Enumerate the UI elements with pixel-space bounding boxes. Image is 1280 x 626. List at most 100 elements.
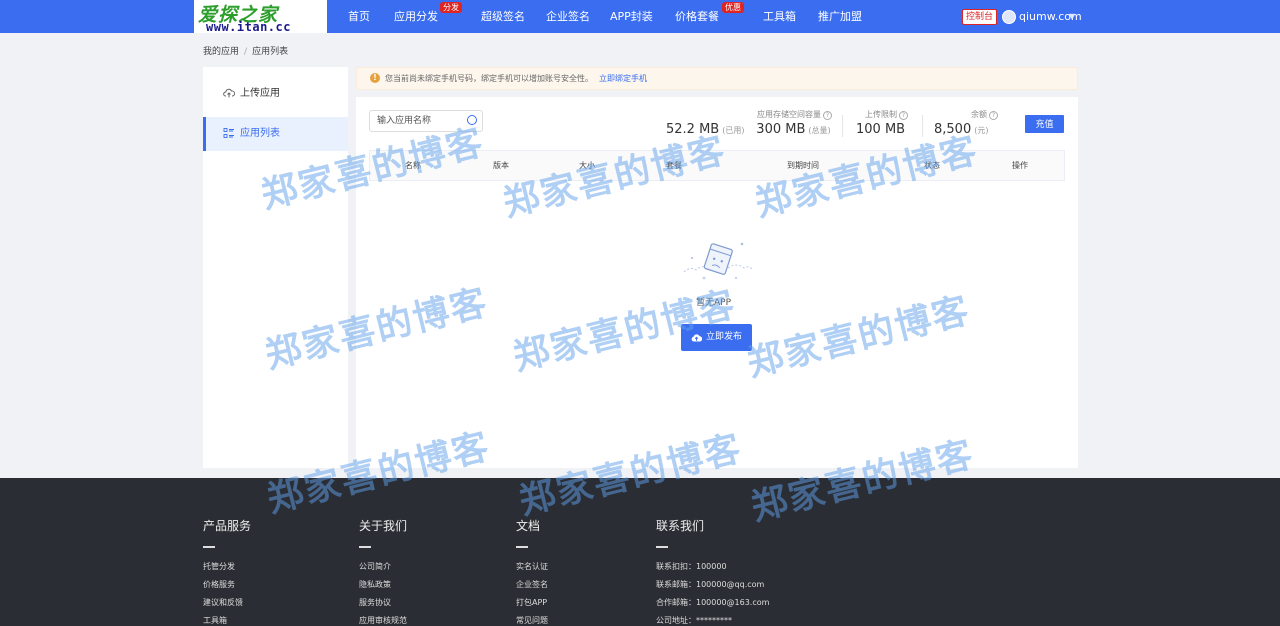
footer-link[interactable]: 实名认证 [516,558,548,576]
breadcrumb-separator: / [244,47,248,57]
footer-column-title: 关于我们 [359,519,408,533]
sidebar: 上传应用 应用列表 [203,67,348,468]
column-header-status[interactable]: 状态 [924,151,940,180]
chevron-down-icon[interactable]: ▼ [1069,0,1075,34]
footer-link[interactable]: 服务协议 [359,594,407,612]
footer-column-docs: 文档 实名认证 企业签名 打包APP 常见问题 [516,518,548,626]
footer-link[interactable]: 价格服务 [203,576,251,594]
footer-link[interactable]: 托管分发 [203,558,251,576]
column-header-actions[interactable]: 操作 [1012,151,1028,180]
help-icon[interactable]: ? [899,111,908,120]
search-icon[interactable] [467,115,477,125]
balance-label-text: 余额 [971,110,987,119]
help-icon[interactable]: ? [823,111,832,120]
column-header-plan[interactable]: 套餐 [666,151,682,180]
upload-limit-stat: 上传限制? 100 MB [856,109,908,139]
search-input[interactable] [370,111,466,131]
nav-item-pricing[interactable]: 价格套餐 [675,0,719,33]
storage-used-value: 52.2 MB [666,122,720,137]
footer-title-underline [516,546,528,548]
footer-column-about: 关于我们 公司简介 隐私政策 服务协议 应用审核规范 [359,518,407,626]
breadcrumb-item[interactable]: 我的应用 [203,47,239,57]
search-box[interactable] [369,110,483,132]
nav-label: 超级签名 [481,10,525,23]
storage-label-text: 应用存储空间容量 [757,110,821,119]
divider [842,115,843,137]
footer-title-underline [359,546,371,548]
upload-limit-label-text: 上传限制 [865,110,897,119]
sidebar-item-upload-app[interactable]: 上传应用 [203,77,348,111]
balance-label: 余额? [934,109,998,121]
avatar[interactable] [1002,10,1016,24]
nav-item-affiliate[interactable]: 推广加盟 [818,0,862,33]
footer-link[interactable]: 建议和反馈 [203,594,251,612]
bind-phone-notice: ! 您当前尚未绑定手机号码，绑定手机可以增加账号安全性。 立即绑定手机 [356,67,1078,90]
nav-item-super-sign[interactable]: 超级签名 [481,0,525,33]
list-icon [223,128,234,138]
nav-badge-pricing: 优惠 [722,2,744,13]
footer-contact-qq: 联系扣扣：100000 [656,562,727,571]
app-table-header: 名称 版本 大小 套餐 到期时间 状态 操作 [369,150,1065,181]
nav-label: 价格套餐 [675,10,719,23]
footer-column-contact: 联系我们 联系扣扣：100000 联系邮箱：100000@qq.com 合作邮箱… [656,518,769,626]
storage-total-value: 300 MB [756,122,806,137]
help-icon[interactable]: ? [989,111,998,120]
sidebar-item-label: 上传应用 [240,88,280,99]
footer-title-underline [203,546,215,548]
console-button[interactable]: 控制台 [962,9,998,25]
upload-limit-value: 100 MB [856,122,906,137]
column-header-name[interactable]: 名称 [405,151,421,180]
balance-unit: (元) [974,126,989,135]
site-logo[interactable]: 爱探之家 www.itan.cc [194,0,327,33]
storage-stat: 应用存储空间容量? 52.2 MB (已用) 300 MB (总量) [666,109,832,139]
footer-contact-address: 公司地址：********* [656,616,732,625]
footer-link[interactable]: 隐私政策 [359,576,407,594]
nav-label: 工具箱 [763,10,796,23]
sidebar-item-label: 应用列表 [240,128,280,139]
footer-link[interactable]: 打包APP [516,594,548,612]
storage-label: 应用存储空间容量? [666,109,832,121]
storage-used-unit: (已用) [722,126,745,135]
nav-label: 企业签名 [546,10,590,23]
column-header-expiry[interactable]: 到期时间 [787,151,819,180]
site-footer: 产品服务 托管分发 价格服务 建议和反馈 工具箱 关于我们 公司简介 隐私政策 … [0,478,1280,626]
nav-item-enterprise-sign[interactable]: 企业签名 [546,0,590,33]
publish-now-button[interactable]: 立即发布 [681,324,752,351]
bind-phone-link[interactable]: 立即绑定手机 [599,74,647,83]
breadcrumb: 我的应用 / 应用列表 [203,44,288,57]
recharge-button[interactable]: 充值 [1025,115,1064,133]
top-navbar: 爱探之家 www.itan.cc 首页 应用分发 分发 超级签名 企业签名 AP… [0,0,1280,33]
nav-item-toolbox[interactable]: 工具箱 [763,0,796,33]
footer-column-title: 联系我们 [656,519,705,533]
empty-box-illustration [683,242,753,280]
cloud-upload-icon [691,334,702,342]
footer-link[interactable]: 应用审核规范 [359,612,407,626]
publish-button-label: 立即发布 [706,332,743,342]
divider [922,115,923,137]
footer-title-underline [656,546,668,548]
footer-link[interactable]: 公司简介 [359,558,407,576]
footer-column-title: 文档 [516,519,541,533]
app-list-panel: 应用存储空间容量? 52.2 MB(已用) 300 MB(总量) 上传限制? 1… [356,97,1078,468]
footer-link[interactable]: 企业签名 [516,576,548,594]
nav-label: 首页 [348,10,370,23]
balance-stat: 余额? 8,500 (元) [934,109,998,139]
column-header-size[interactable]: 大小 [579,151,595,180]
column-header-version[interactable]: 版本 [493,151,509,180]
footer-column-products: 产品服务 托管分发 价格服务 建议和反馈 工具箱 [203,518,251,626]
nav-label: 推广加盟 [818,10,862,23]
footer-contact-business-email: 合作邮箱：100000@163.com [656,598,770,607]
nav-item-app-wrap[interactable]: APP封装 [610,0,653,33]
sidebar-item-app-list[interactable]: 应用列表 [203,117,348,151]
footer-link[interactable]: 工具箱 [203,612,251,626]
storage-total-unit: (总量) [808,126,831,135]
notice-text: 您当前尚未绑定手机号码，绑定手机可以增加账号安全性。 立即绑定手机 [385,68,647,89]
nav-label: 应用分发 [394,10,438,23]
notice-message: 您当前尚未绑定手机号码，绑定手机可以增加账号安全性。 [385,74,593,83]
upload-limit-label: 上传限制? [856,109,908,121]
nav-item-home[interactable]: 首页 [348,0,370,33]
footer-link[interactable]: 常见问题 [516,612,548,626]
nav-item-distribution[interactable]: 应用分发 [394,0,438,33]
cloud-upload-icon [223,88,235,98]
footer-column-title: 产品服务 [203,519,252,533]
